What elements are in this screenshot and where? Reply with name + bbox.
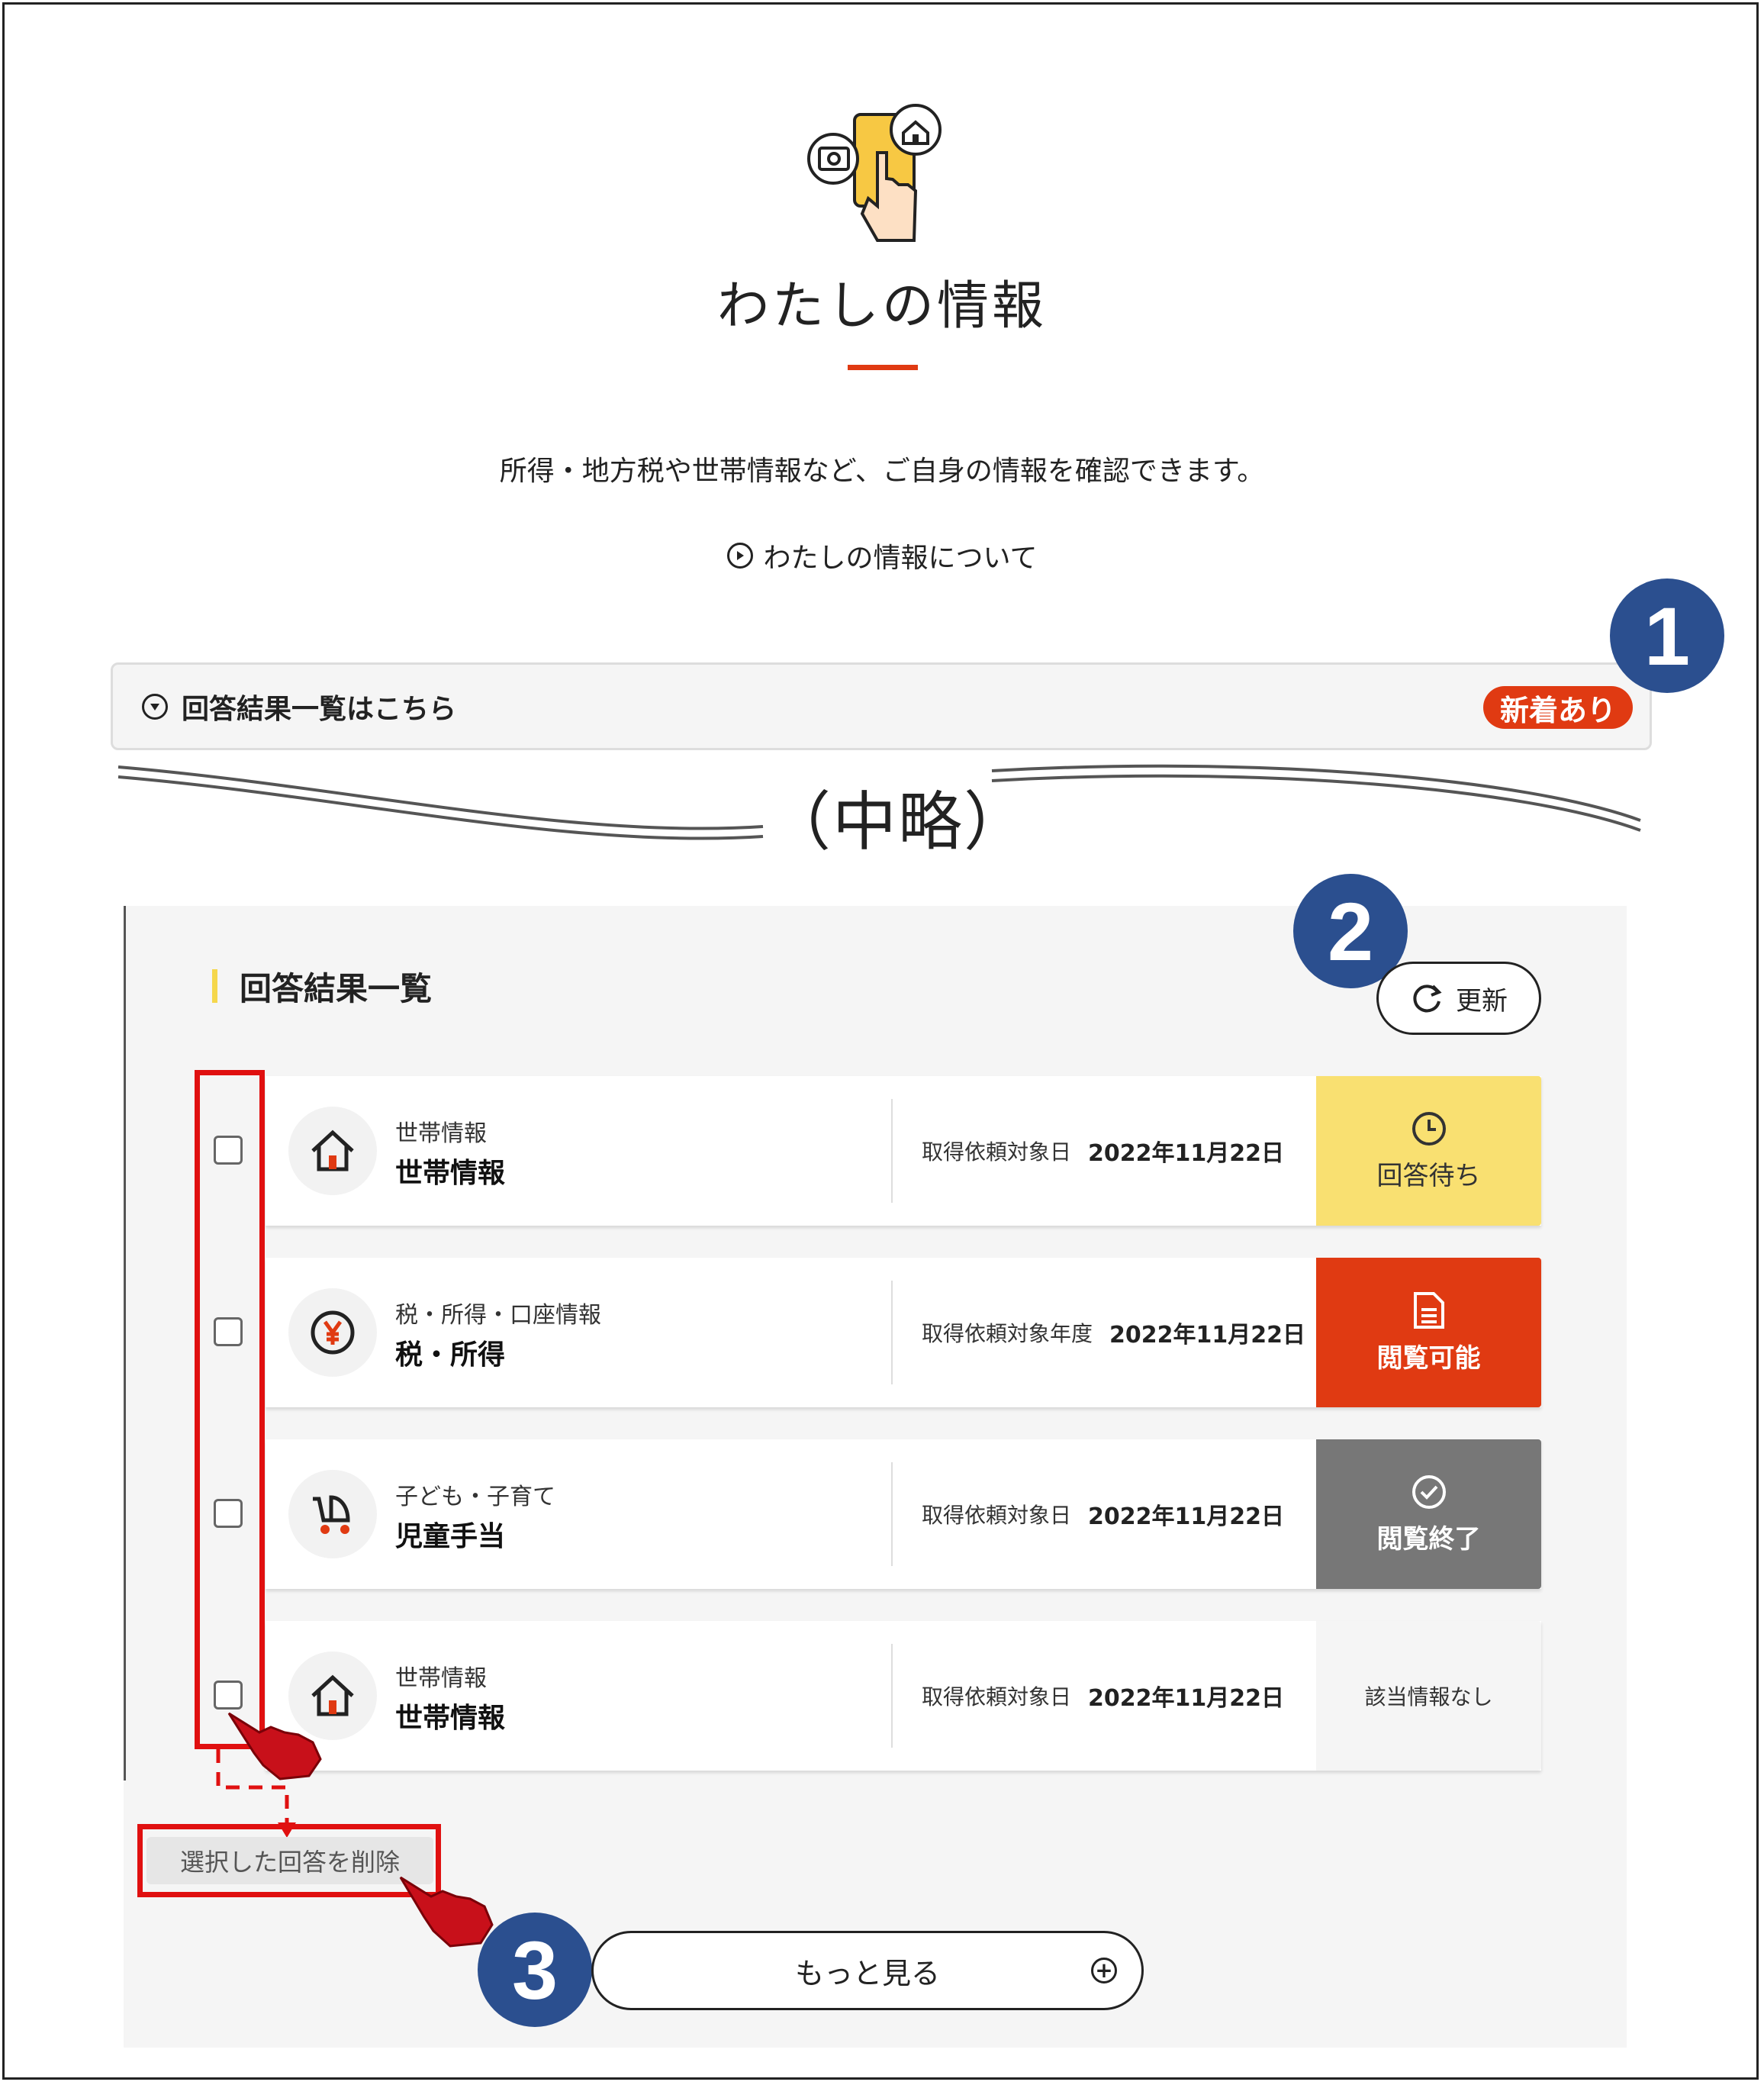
row-date: 取得依頼対象年度 2022年11月22日 [922,1258,1305,1407]
row-date-value: 2022年11月22日 [1088,1140,1285,1167]
row-date-value: 2022年11月22日 [1088,1503,1285,1530]
results-accordion[interactable]: 回答結果一覧はこちら 新着あり [111,662,1652,750]
yen-icon [288,1288,377,1377]
row-category: 子ども・子育て [395,1484,555,1510]
row-divider [891,1644,893,1748]
row-date: 取得依頼対象日 2022年11月22日 [922,1076,1284,1226]
page-lead-text: 所得・地方税や世帯情報など、ご自身の情報を確認できます。 [499,456,1265,487]
result-row[interactable]: 世帯情報 世帯情報 取得依頼対象日 2022年11月22日 回答待ち [266,1076,1541,1226]
house-icon [288,1107,377,1195]
row-date: 取得依頼対象日 2022年11月22日 [922,1439,1284,1589]
row-name: 税・所得 [395,1339,506,1371]
play-circle-icon [726,543,753,569]
show-more-button[interactable]: もっと見る + [591,1931,1144,2010]
status-waiting: 回答待ち [1316,1076,1541,1226]
status-finished: 閲覧終了 [1316,1439,1541,1589]
omission-label: （中略） [767,785,1030,859]
accordion-header: 回答結果一覧はこちら [142,665,456,748]
result-row[interactable]: 子ども・子育て 児童手当 取得依頼対象日 2022年11月22日 閲覧終了 [266,1439,1541,1589]
result-row[interactable]: 税・所得・口座情報 税・所得 取得依頼対象年度 2022年11月22日 閲覧可能 [266,1258,1541,1407]
plus-circle-icon: + [1091,1958,1117,1983]
document-icon [1413,1291,1444,1329]
accordion-label: 回答結果一覧はこちら [182,693,457,725]
row-date-label: 取得依頼対象日 [922,1503,1072,1528]
row-divider [891,1462,893,1566]
page-title: わたしの情報 [716,276,1047,337]
status-no-data: 該当情報なし [1316,1621,1541,1771]
row-category: 世帯情報 [395,1665,487,1692]
row-name: 世帯情報 [395,1703,506,1734]
chevron-down-circle-icon [142,693,168,720]
about-link-label: わたしの情報について [763,543,1038,574]
row-divider [891,1281,893,1384]
show-more-label: もっと見る [794,1956,940,1990]
delete-button-highlight [137,1824,441,1897]
about-link[interactable]: わたしの情報について [0,536,1764,575]
check-circle-icon [1412,1474,1446,1509]
row-date-label: 取得依頼対象日 [922,1139,1072,1165]
row-date-value: 2022年11月22日 [1088,1685,1285,1712]
refresh-icon [1413,984,1442,1013]
panel-left-rule [124,906,126,1780]
row-name: 世帯情報 [395,1158,506,1189]
refresh-label: 更新 [1456,985,1508,1017]
result-row[interactable]: 世帯情報 世帯情報 取得依頼対象日 2022年11月22日 該当情報なし [266,1621,1541,1771]
refresh-button[interactable]: 更新 [1376,962,1541,1035]
clock-icon [1412,1111,1446,1146]
row-date-label: 取得依頼対象日 [922,1684,1072,1710]
row-category: 世帯情報 [395,1120,487,1147]
new-badge: 新着あり [1482,686,1633,729]
smartphone-hand-icon [807,104,942,242]
stroller-icon [288,1470,377,1558]
checkbox-highlight [195,1070,265,1749]
row-category: 税・所得・口座情報 [395,1302,601,1329]
row-divider [891,1099,893,1203]
status-viewable[interactable]: 閲覧可能 [1316,1258,1541,1407]
status-label: 回答待ち [1376,1160,1481,1191]
status-label: 閲覧可能 [1376,1342,1481,1374]
status-label: 閲覧終了 [1376,1523,1481,1555]
row-name: 児童手当 [395,1521,506,1552]
section-title: 回答結果一覧 [240,969,433,1007]
status-label: 該当情報なし [1364,1684,1493,1710]
row-date-value: 2022年11月22日 [1109,1322,1306,1349]
title-underline [848,365,918,370]
row-date-label: 取得依頼対象年度 [922,1321,1093,1346]
callout-badge-3: 3 [478,1913,592,2027]
callout-badge-1: 1 [1610,578,1724,693]
row-date: 取得依頼対象日 2022年11月22日 [922,1621,1284,1771]
pointing-hand-icon [227,1712,322,1780]
